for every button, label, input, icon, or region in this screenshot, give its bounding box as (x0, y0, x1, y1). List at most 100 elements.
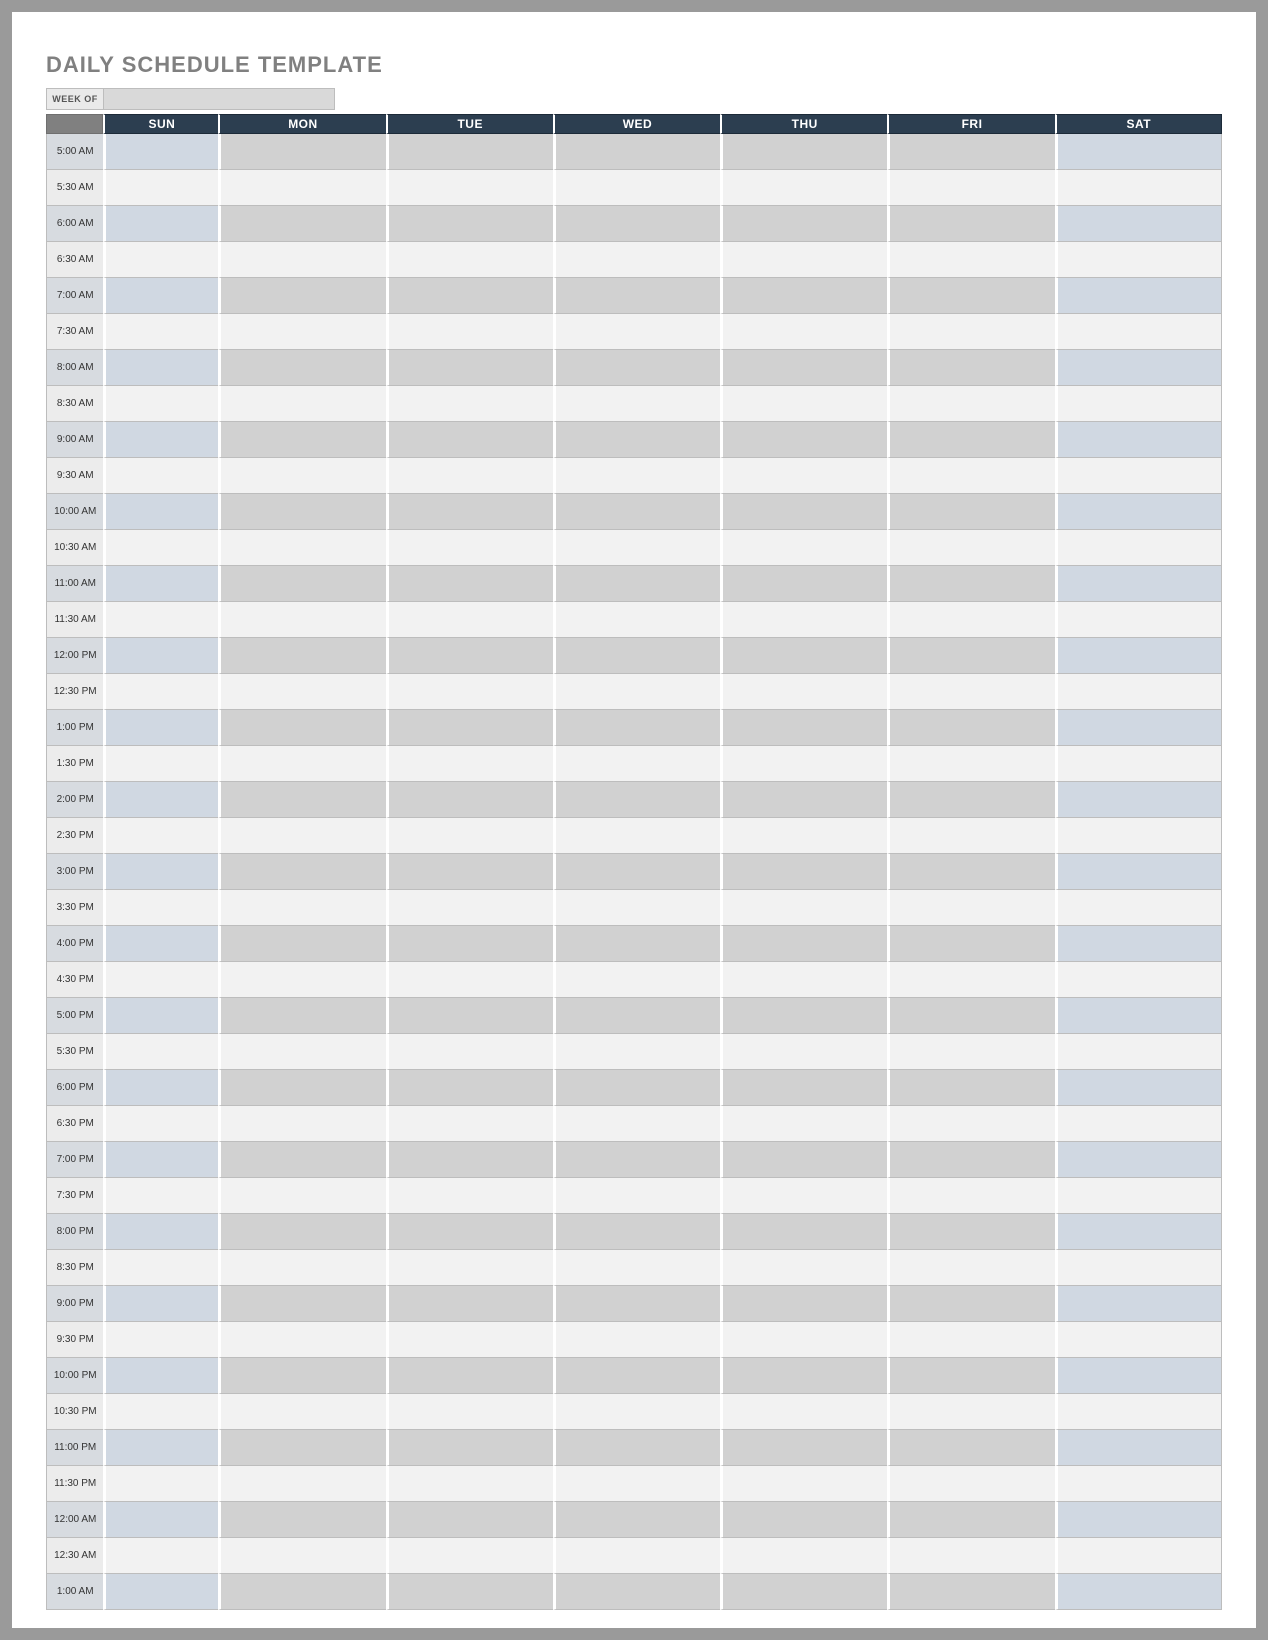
schedule-cell-sat[interactable] (1055, 242, 1222, 278)
schedule-cell-input[interactable] (1058, 998, 1221, 1033)
schedule-cell-input[interactable] (723, 1574, 887, 1609)
schedule-cell-sat[interactable] (1055, 962, 1222, 998)
schedule-cell-input[interactable] (221, 1178, 385, 1213)
schedule-cell-input[interactable] (221, 242, 385, 277)
schedule-cell-tue[interactable] (386, 1466, 553, 1502)
schedule-cell-input[interactable] (890, 134, 1054, 169)
schedule-cell-tue[interactable] (386, 1250, 553, 1286)
schedule-cell-input[interactable] (1058, 1574, 1221, 1609)
schedule-cell-tue[interactable] (386, 854, 553, 890)
schedule-cell-input[interactable] (723, 422, 887, 457)
schedule-cell-wed[interactable] (553, 1142, 720, 1178)
schedule-cell-input[interactable] (106, 782, 218, 817)
schedule-cell-wed[interactable] (553, 638, 720, 674)
schedule-cell-input[interactable] (723, 1430, 887, 1465)
schedule-cell-sun[interactable] (103, 350, 218, 386)
schedule-cell-input[interactable] (221, 206, 385, 241)
schedule-cell-input[interactable] (890, 1394, 1054, 1429)
schedule-cell-input[interactable] (1058, 746, 1221, 781)
schedule-cell-thu[interactable] (720, 314, 887, 350)
schedule-cell-input[interactable] (221, 278, 385, 313)
schedule-cell-tue[interactable] (386, 1574, 553, 1610)
schedule-cell-mon[interactable] (218, 1466, 385, 1502)
schedule-cell-fri[interactable] (887, 206, 1054, 242)
schedule-cell-sun[interactable] (103, 602, 218, 638)
schedule-cell-fri[interactable] (887, 1394, 1054, 1430)
schedule-cell-input[interactable] (389, 1502, 553, 1537)
schedule-cell-input[interactable] (106, 1286, 218, 1321)
schedule-cell-input[interactable] (389, 1178, 553, 1213)
schedule-cell-sun[interactable] (103, 134, 218, 170)
schedule-cell-thu[interactable] (720, 566, 887, 602)
schedule-cell-tue[interactable] (386, 890, 553, 926)
schedule-cell-thu[interactable] (720, 170, 887, 206)
schedule-cell-input[interactable] (1058, 386, 1221, 421)
schedule-cell-input[interactable] (389, 638, 553, 673)
schedule-cell-tue[interactable] (386, 458, 553, 494)
schedule-cell-wed[interactable] (553, 314, 720, 350)
schedule-cell-wed[interactable] (553, 1466, 720, 1502)
schedule-cell-input[interactable] (221, 638, 385, 673)
schedule-cell-fri[interactable] (887, 1538, 1054, 1574)
schedule-cell-sun[interactable] (103, 458, 218, 494)
schedule-cell-input[interactable] (389, 458, 553, 493)
schedule-cell-input[interactable] (556, 386, 720, 421)
schedule-cell-input[interactable] (556, 170, 720, 205)
schedule-cell-fri[interactable] (887, 242, 1054, 278)
schedule-cell-input[interactable] (556, 674, 720, 709)
schedule-cell-sat[interactable] (1055, 710, 1222, 746)
schedule-cell-input[interactable] (389, 1394, 553, 1429)
schedule-cell-wed[interactable] (553, 494, 720, 530)
schedule-cell-input[interactable] (890, 1214, 1054, 1249)
schedule-cell-thu[interactable] (720, 386, 887, 422)
schedule-cell-tue[interactable] (386, 278, 553, 314)
schedule-cell-input[interactable] (890, 962, 1054, 997)
schedule-cell-sat[interactable] (1055, 1394, 1222, 1430)
schedule-cell-thu[interactable] (720, 998, 887, 1034)
schedule-cell-tue[interactable] (386, 1034, 553, 1070)
schedule-cell-input[interactable] (890, 1286, 1054, 1321)
schedule-cell-tue[interactable] (386, 350, 553, 386)
schedule-cell-input[interactable] (890, 1574, 1054, 1609)
schedule-cell-input[interactable] (106, 854, 218, 889)
schedule-cell-sun[interactable] (103, 1070, 218, 1106)
schedule-cell-wed[interactable] (553, 278, 720, 314)
schedule-cell-input[interactable] (890, 710, 1054, 745)
schedule-cell-sun[interactable] (103, 422, 218, 458)
schedule-cell-mon[interactable] (218, 1322, 385, 1358)
schedule-cell-input[interactable] (389, 746, 553, 781)
schedule-cell-input[interactable] (1058, 314, 1221, 349)
schedule-cell-input[interactable] (723, 134, 887, 169)
schedule-cell-sat[interactable] (1055, 278, 1222, 314)
schedule-cell-fri[interactable] (887, 134, 1054, 170)
schedule-cell-thu[interactable] (720, 1070, 887, 1106)
schedule-cell-input[interactable] (890, 1034, 1054, 1069)
schedule-cell-input[interactable] (1058, 1286, 1221, 1321)
schedule-cell-mon[interactable] (218, 674, 385, 710)
schedule-cell-input[interactable] (1058, 710, 1221, 745)
schedule-cell-input[interactable] (556, 1106, 720, 1141)
schedule-cell-sun[interactable] (103, 854, 218, 890)
schedule-cell-input[interactable] (723, 350, 887, 385)
schedule-cell-input[interactable] (106, 458, 218, 493)
schedule-cell-fri[interactable] (887, 1574, 1054, 1610)
schedule-cell-input[interactable] (723, 206, 887, 241)
schedule-cell-thu[interactable] (720, 350, 887, 386)
schedule-cell-sat[interactable] (1055, 1538, 1222, 1574)
schedule-cell-input[interactable] (106, 674, 218, 709)
schedule-cell-thu[interactable] (720, 1394, 887, 1430)
schedule-cell-input[interactable] (1058, 170, 1221, 205)
schedule-cell-input[interactable] (106, 1394, 218, 1429)
schedule-cell-input[interactable] (556, 1250, 720, 1285)
schedule-cell-sun[interactable] (103, 1394, 218, 1430)
schedule-cell-sun[interactable] (103, 242, 218, 278)
schedule-cell-input[interactable] (723, 818, 887, 853)
schedule-cell-input[interactable] (890, 422, 1054, 457)
schedule-cell-fri[interactable] (887, 1430, 1054, 1466)
schedule-cell-sat[interactable] (1055, 170, 1222, 206)
schedule-cell-mon[interactable] (218, 494, 385, 530)
schedule-cell-input[interactable] (1058, 422, 1221, 457)
schedule-cell-thu[interactable] (720, 1142, 887, 1178)
schedule-cell-sun[interactable] (103, 1358, 218, 1394)
schedule-cell-input[interactable] (890, 530, 1054, 565)
